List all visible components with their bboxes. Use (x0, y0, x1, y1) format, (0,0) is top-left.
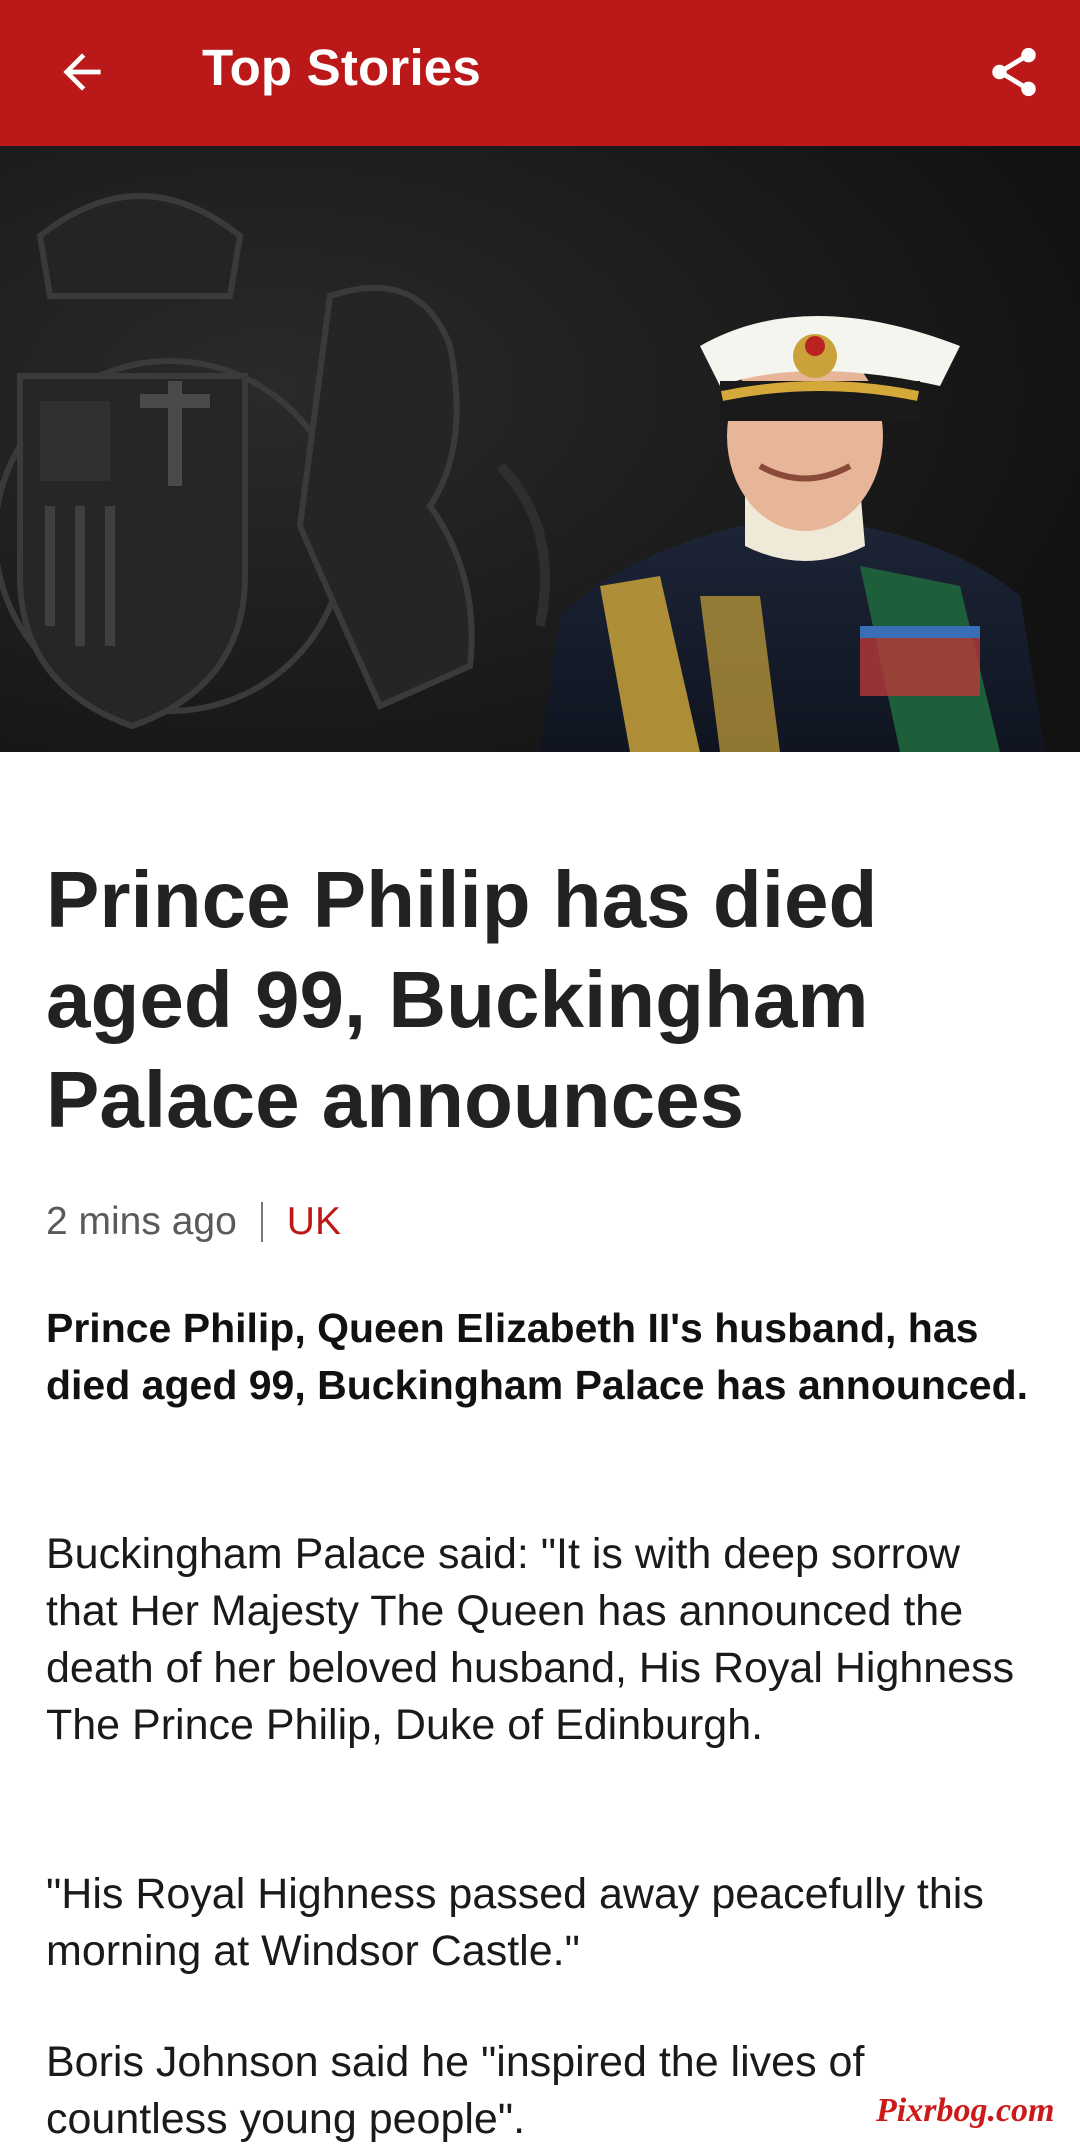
watermark: Pixrbog.com (876, 2092, 1055, 2129)
article-lead: Prince Philip, Queen Elizabeth II's husb… (46, 1305, 1029, 1408)
article-category-link[interactable]: UK (287, 1200, 341, 1244)
article-timestamp: 2 mins ago (46, 1200, 237, 1243)
back-button[interactable] (44, 34, 120, 110)
article-paragraph: "His Royal Highness passed away peaceful… (46, 1870, 984, 1975)
share-icon (992, 47, 1036, 97)
arrow-back-icon (63, 53, 101, 91)
hero-image (0, 146, 1080, 752)
app-bar: Top Stories (0, 0, 1080, 146)
share-button[interactable] (976, 34, 1052, 110)
article-headline: Prince Philip has died aged 99, Buckingh… (46, 855, 878, 1144)
article-paragraph: Boris Johnson said he "inspired the live… (46, 2038, 865, 2143)
meta-divider (260, 1202, 263, 1242)
app-bar-title: Top Stories (202, 39, 481, 96)
article-paragraph: Buckingham Palace said: "It is with deep… (46, 1530, 1015, 1749)
article-meta: 2 mins ago UK (46, 1200, 341, 1244)
